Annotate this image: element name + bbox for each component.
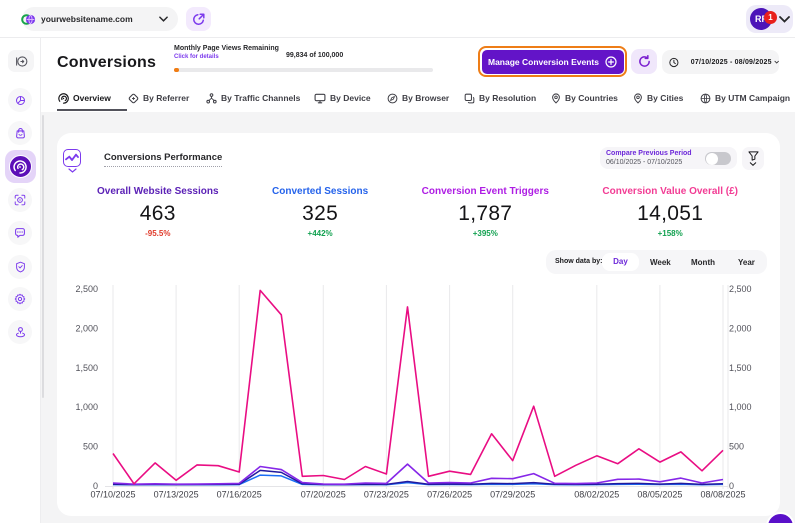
svg-text:2,000: 2,000 [729, 323, 752, 333]
svg-text:07/13/2025: 07/13/2025 [154, 490, 199, 500]
svg-text:07/20/2025: 07/20/2025 [301, 490, 346, 500]
svg-text:08/08/2025: 08/08/2025 [700, 490, 745, 500]
svg-text:08/02/2025: 08/02/2025 [574, 490, 619, 500]
svg-text:1,000: 1,000 [729, 402, 752, 412]
svg-text:1,500: 1,500 [75, 363, 98, 373]
svg-text:07/29/2025: 07/29/2025 [490, 490, 535, 500]
svg-text:07/23/2025: 07/23/2025 [364, 490, 409, 500]
svg-text:1,500: 1,500 [729, 363, 752, 373]
svg-text:2,500: 2,500 [75, 284, 98, 294]
svg-text:2,500: 2,500 [729, 284, 752, 294]
svg-text:07/10/2025: 07/10/2025 [90, 490, 135, 500]
svg-text:1,000: 1,000 [75, 402, 98, 412]
svg-text:500: 500 [83, 442, 98, 452]
svg-text:07/26/2025: 07/26/2025 [427, 490, 472, 500]
svg-text:08/05/2025: 08/05/2025 [637, 490, 682, 500]
svg-text:2,000: 2,000 [75, 323, 98, 333]
svg-text:07/16/2025: 07/16/2025 [217, 490, 262, 500]
svg-text:500: 500 [729, 442, 744, 452]
